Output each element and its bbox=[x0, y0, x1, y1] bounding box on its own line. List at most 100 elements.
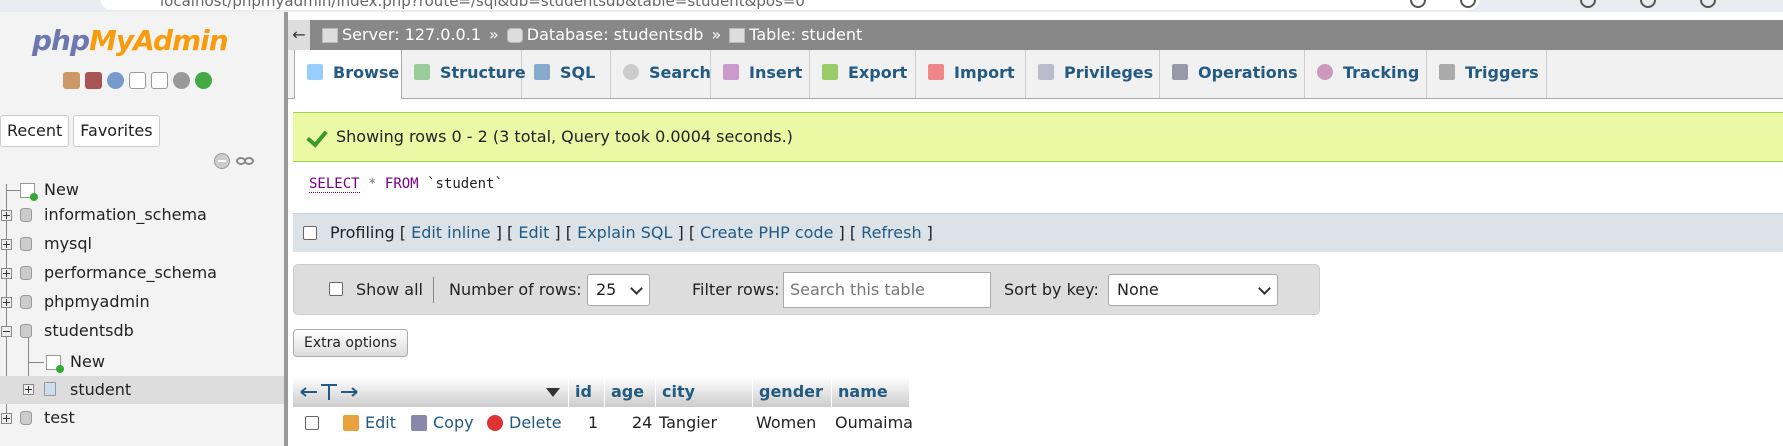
tree-item-information-schema[interactable]: information_schema bbox=[44, 203, 207, 227]
row-delete-link[interactable]: Delete bbox=[487, 408, 562, 438]
chevron-down-icon bbox=[630, 282, 643, 295]
export-icon bbox=[822, 64, 838, 80]
expand-icon[interactable] bbox=[1, 268, 12, 279]
back-arrow-button[interactable]: ← bbox=[288, 20, 310, 50]
sql-keyword-select[interactable]: SELECT bbox=[309, 176, 360, 193]
tab-operations[interactable]: Operations bbox=[1160, 50, 1305, 98]
reload-icon[interactable] bbox=[195, 72, 212, 89]
navigation-settings-icon[interactable] bbox=[151, 72, 168, 89]
tab-export[interactable]: Export bbox=[810, 50, 916, 98]
collapse-all-icon[interactable] bbox=[214, 153, 230, 169]
browse-icon bbox=[307, 64, 323, 80]
edit-link[interactable]: Edit bbox=[518, 214, 549, 252]
expand-icon[interactable] bbox=[1, 413, 12, 424]
row-checkbox[interactable] bbox=[305, 416, 319, 430]
column-header-gender[interactable]: gender bbox=[752, 377, 831, 407]
extensions-icon[interactable] bbox=[1580, 0, 1596, 8]
sql-keyword-from: FROM bbox=[384, 176, 419, 192]
success-message: Showing rows 0 - 2 (3 total, Query took … bbox=[293, 112, 1783, 162]
tab-structure[interactable]: Structure bbox=[402, 50, 526, 98]
link-with-main-icon[interactable] bbox=[236, 156, 254, 166]
expand-icon[interactable] bbox=[1, 297, 12, 308]
divider bbox=[433, 277, 434, 303]
sql-star: * bbox=[368, 176, 377, 192]
tab-triggers[interactable]: Triggers bbox=[1427, 50, 1547, 98]
results-navigation-bar: Show all Number of rows: 25 Filter rows:… bbox=[293, 264, 1320, 315]
breadcrumb-table[interactable]: Table: student bbox=[729, 20, 862, 50]
extra-options-button[interactable]: Extra options bbox=[293, 329, 408, 357]
profiling-checkbox[interactable] bbox=[303, 226, 317, 240]
results-table-header: id age city gender name bbox=[293, 377, 909, 407]
expand-icon[interactable] bbox=[1, 239, 12, 250]
profiling-label: Profiling bbox=[330, 223, 395, 242]
column-header-age[interactable]: age bbox=[604, 377, 655, 407]
tree-item-student[interactable]: student bbox=[70, 378, 131, 402]
tree-item-studentsdb[interactable]: studentsdb bbox=[44, 319, 134, 343]
sort-dropdown-icon[interactable] bbox=[546, 388, 560, 397]
collapse-icon[interactable] bbox=[1, 326, 12, 337]
logout-icon[interactable] bbox=[85, 72, 102, 89]
explain-sql-link[interactable]: Explain SQL bbox=[577, 214, 672, 252]
table-icon bbox=[44, 382, 56, 396]
favorites-tab[interactable]: Favorites bbox=[73, 115, 160, 147]
search-icon bbox=[623, 64, 639, 80]
recent-tab[interactable]: Recent bbox=[0, 115, 70, 147]
tab-sql[interactable]: SQL bbox=[522, 50, 611, 98]
tree-item-test[interactable]: test bbox=[44, 406, 75, 430]
tab-import[interactable]: Import bbox=[916, 50, 1026, 98]
gear-icon[interactable] bbox=[173, 72, 190, 89]
database-icon bbox=[506, 28, 523, 43]
database-icon bbox=[20, 208, 32, 222]
sort-by-key-label: Sort by key: bbox=[1004, 280, 1099, 299]
breadcrumb: Server: 127.0.0.1 » Database: studentsdb… bbox=[322, 20, 862, 50]
filter-rows-label: Filter rows: bbox=[692, 280, 780, 299]
tab-browse[interactable]: Browse bbox=[294, 50, 402, 99]
insert-icon bbox=[723, 64, 739, 80]
refresh-link[interactable]: Refresh bbox=[861, 214, 921, 252]
tab-tracking[interactable]: Tracking bbox=[1305, 50, 1427, 98]
selected-row-highlight bbox=[0, 376, 284, 404]
create-php-code-link[interactable]: Create PHP code bbox=[700, 214, 833, 252]
table-row: Edit Copy Delete 1 24 Tangier Women Ouma… bbox=[293, 408, 913, 438]
filter-rows-input[interactable]: Search this table bbox=[783, 272, 991, 308]
docs-icon[interactable] bbox=[129, 72, 146, 89]
tab-insert[interactable]: Insert bbox=[711, 50, 810, 98]
column-header-city[interactable]: city bbox=[655, 377, 752, 407]
triggers-icon bbox=[1439, 64, 1455, 80]
column-header-id[interactable]: id bbox=[568, 377, 604, 407]
sort-by-key-select[interactable]: None bbox=[1108, 274, 1278, 306]
address-text[interactable]: localhost/phpmyadmin/index.php?route=/sq… bbox=[160, 0, 805, 10]
pencil-icon bbox=[343, 415, 359, 431]
tree-item-new-table[interactable]: New bbox=[70, 350, 105, 374]
home-icon[interactable] bbox=[63, 72, 80, 89]
breadcrumb-bar: ← Server: 127.0.0.1 » Database: students… bbox=[288, 20, 1783, 50]
expand-icon[interactable] bbox=[1, 210, 12, 221]
phpmyadmin-logo[interactable]: phpMyAdmin bbox=[32, 24, 229, 57]
edit-inline-link[interactable]: Edit inline bbox=[411, 214, 491, 252]
row-copy-link[interactable]: Copy bbox=[411, 408, 474, 438]
tab-search[interactable]: Search bbox=[611, 50, 711, 98]
tree-item-phpmyadmin[interactable]: phpmyadmin bbox=[44, 290, 150, 314]
nav-icon-toolbar bbox=[63, 72, 212, 92]
breadcrumb-database[interactable]: Database: studentsdb bbox=[506, 20, 703, 50]
column-toggle-icon[interactable] bbox=[299, 383, 359, 401]
split-view-icon[interactable] bbox=[1640, 0, 1656, 8]
column-header-name[interactable]: name bbox=[831, 377, 909, 407]
help-icon[interactable] bbox=[107, 72, 124, 89]
tree-item-performance-schema[interactable]: performance_schema bbox=[44, 261, 217, 285]
number-of-rows-label: Number of rows: bbox=[449, 280, 582, 299]
number-of-rows-select[interactable]: 25 bbox=[587, 274, 650, 306]
database-icon bbox=[20, 237, 32, 251]
tab-privileges[interactable]: Privileges bbox=[1026, 50, 1160, 98]
tree-item-new[interactable]: New bbox=[44, 178, 79, 202]
import-icon bbox=[928, 64, 944, 80]
database-icon bbox=[20, 324, 32, 338]
show-all-checkbox[interactable] bbox=[329, 282, 343, 296]
profile-icon[interactable] bbox=[1700, 0, 1716, 8]
tree-item-mysql[interactable]: mysql bbox=[44, 232, 92, 256]
expand-icon[interactable] bbox=[23, 384, 34, 395]
show-all-label[interactable]: Show all bbox=[356, 265, 423, 314]
breadcrumb-server[interactable]: Server: 127.0.0.1 bbox=[322, 20, 481, 50]
row-edit-link[interactable]: Edit bbox=[343, 408, 396, 438]
new-table-icon bbox=[46, 355, 64, 373]
